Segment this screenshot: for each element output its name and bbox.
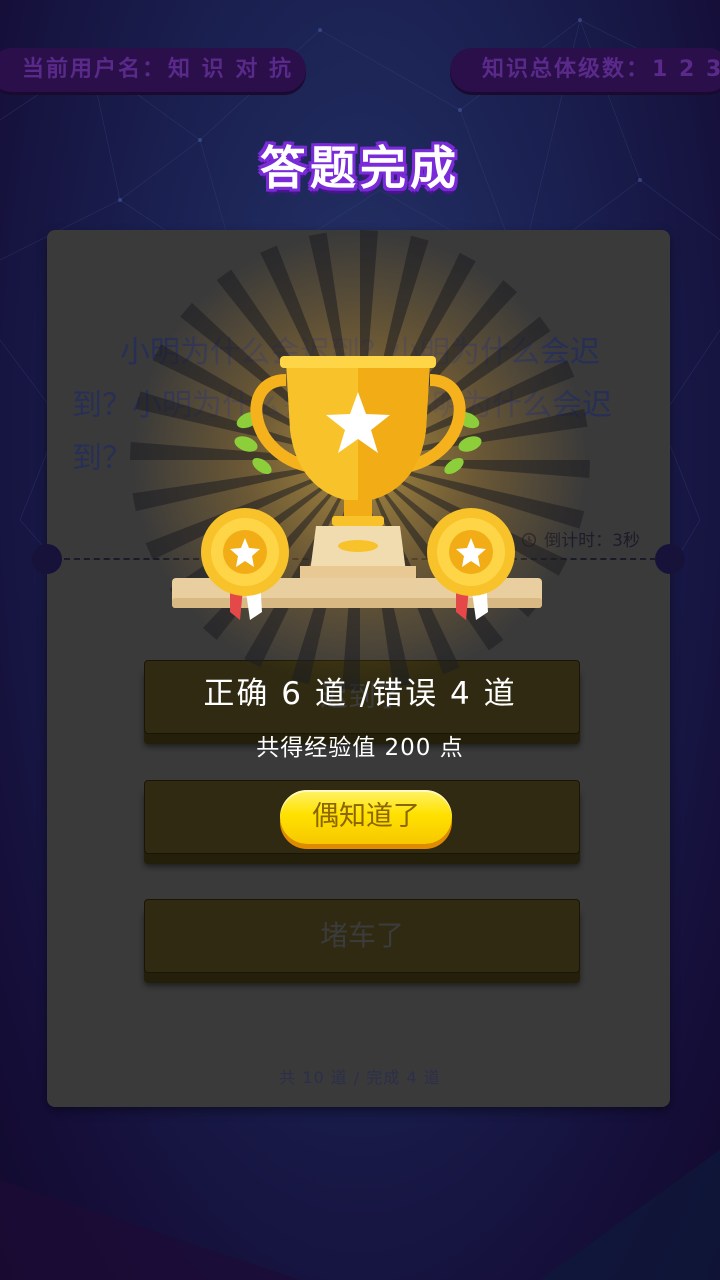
level-value: 1 2 3 xyxy=(652,57,720,82)
card-notch-right xyxy=(655,544,685,574)
answer-option-3[interactable]: 堵车了 xyxy=(144,899,580,973)
result-exp: 共得经验值 200 点 xyxy=(256,735,464,761)
progress-text: 共 10 道 / 完成 4 道 xyxy=(279,1068,441,1087)
level-pill: 知识总体级数：1 2 3 xyxy=(450,48,720,92)
username-value: 知 识 对 抗 xyxy=(168,57,293,82)
page-title: 答题完成 xyxy=(260,141,460,195)
level-label: 知识总体级数： xyxy=(482,57,651,82)
username-pill: 当前用户名：知 识 对 抗 xyxy=(0,48,306,92)
card-notch-left xyxy=(32,544,62,574)
username-label: 当前用户名： xyxy=(22,57,167,82)
trophy-icon xyxy=(172,356,542,620)
result-summary: 正确 6 道 /错误 4 道 xyxy=(203,676,517,712)
acknowledge-button[interactable]: 偶知道了 xyxy=(280,790,452,844)
